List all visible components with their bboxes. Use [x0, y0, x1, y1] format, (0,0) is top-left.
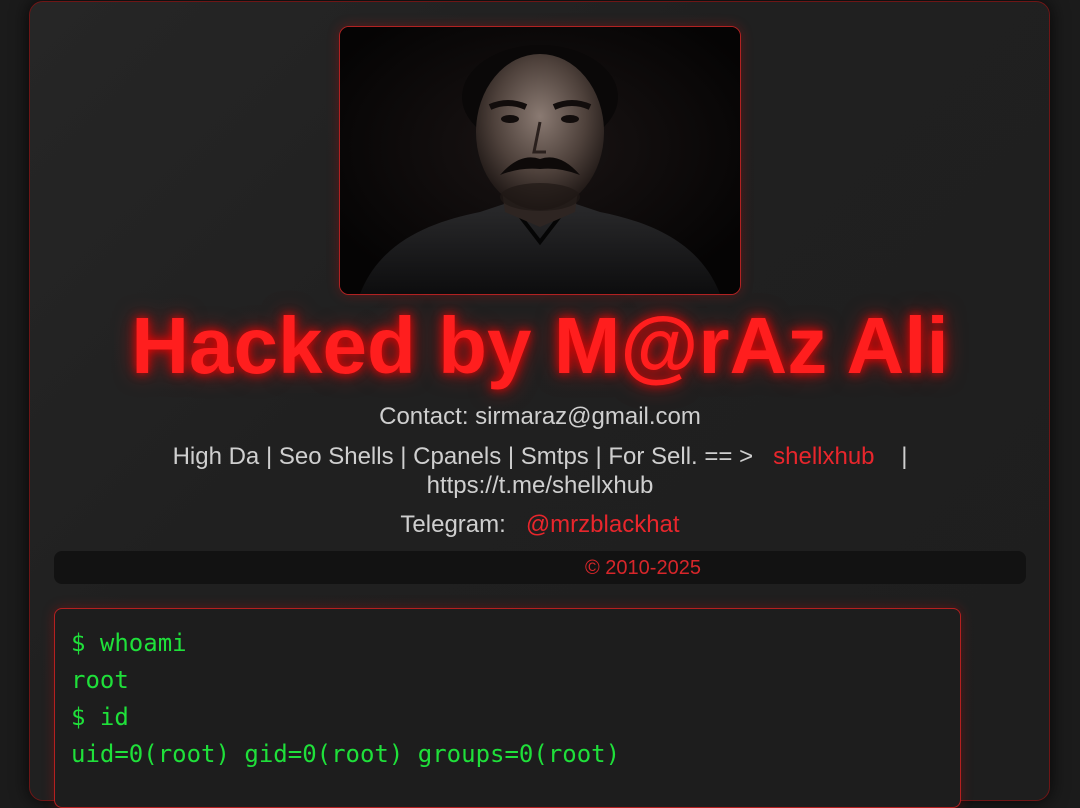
contact-line: Contact: sirmaraz@gmail.com	[379, 403, 701, 430]
terminal-line: uid=0(root) gid=0(root) groups=0(root)	[71, 740, 621, 768]
shellxhub-link[interactable]: shellxhub	[773, 443, 874, 470]
sell-separator: |	[901, 443, 908, 470]
terminal-line: $ id	[71, 703, 129, 731]
page-title: Hacked by M@rAz Ali	[131, 301, 949, 390]
footer-bar: © 2010-2025	[54, 551, 1026, 584]
telegram-url: https://t.me/shellxhub	[426, 472, 654, 499]
telegram-line: Telegram: @mrzblackhat	[0, 510, 1080, 539]
terminal-window: $ whoami root $ id uid=0(root) gid=0(roo…	[54, 608, 961, 808]
portrait-image	[339, 26, 741, 295]
sell-text: High Da | Seo Shells | Cpanels | Smtps |…	[172, 443, 754, 470]
terminal-line: $ whoami	[71, 629, 187, 657]
telegram-label: Telegram:	[400, 511, 506, 538]
terminal-line: root	[71, 666, 129, 694]
sell-line: High Da | Seo Shells | Cpanels | Smtps |…	[150, 442, 930, 500]
copyright-text: © 2010-2025	[585, 557, 701, 579]
telegram-handle-link[interactable]: @mrzblackhat	[526, 511, 680, 538]
